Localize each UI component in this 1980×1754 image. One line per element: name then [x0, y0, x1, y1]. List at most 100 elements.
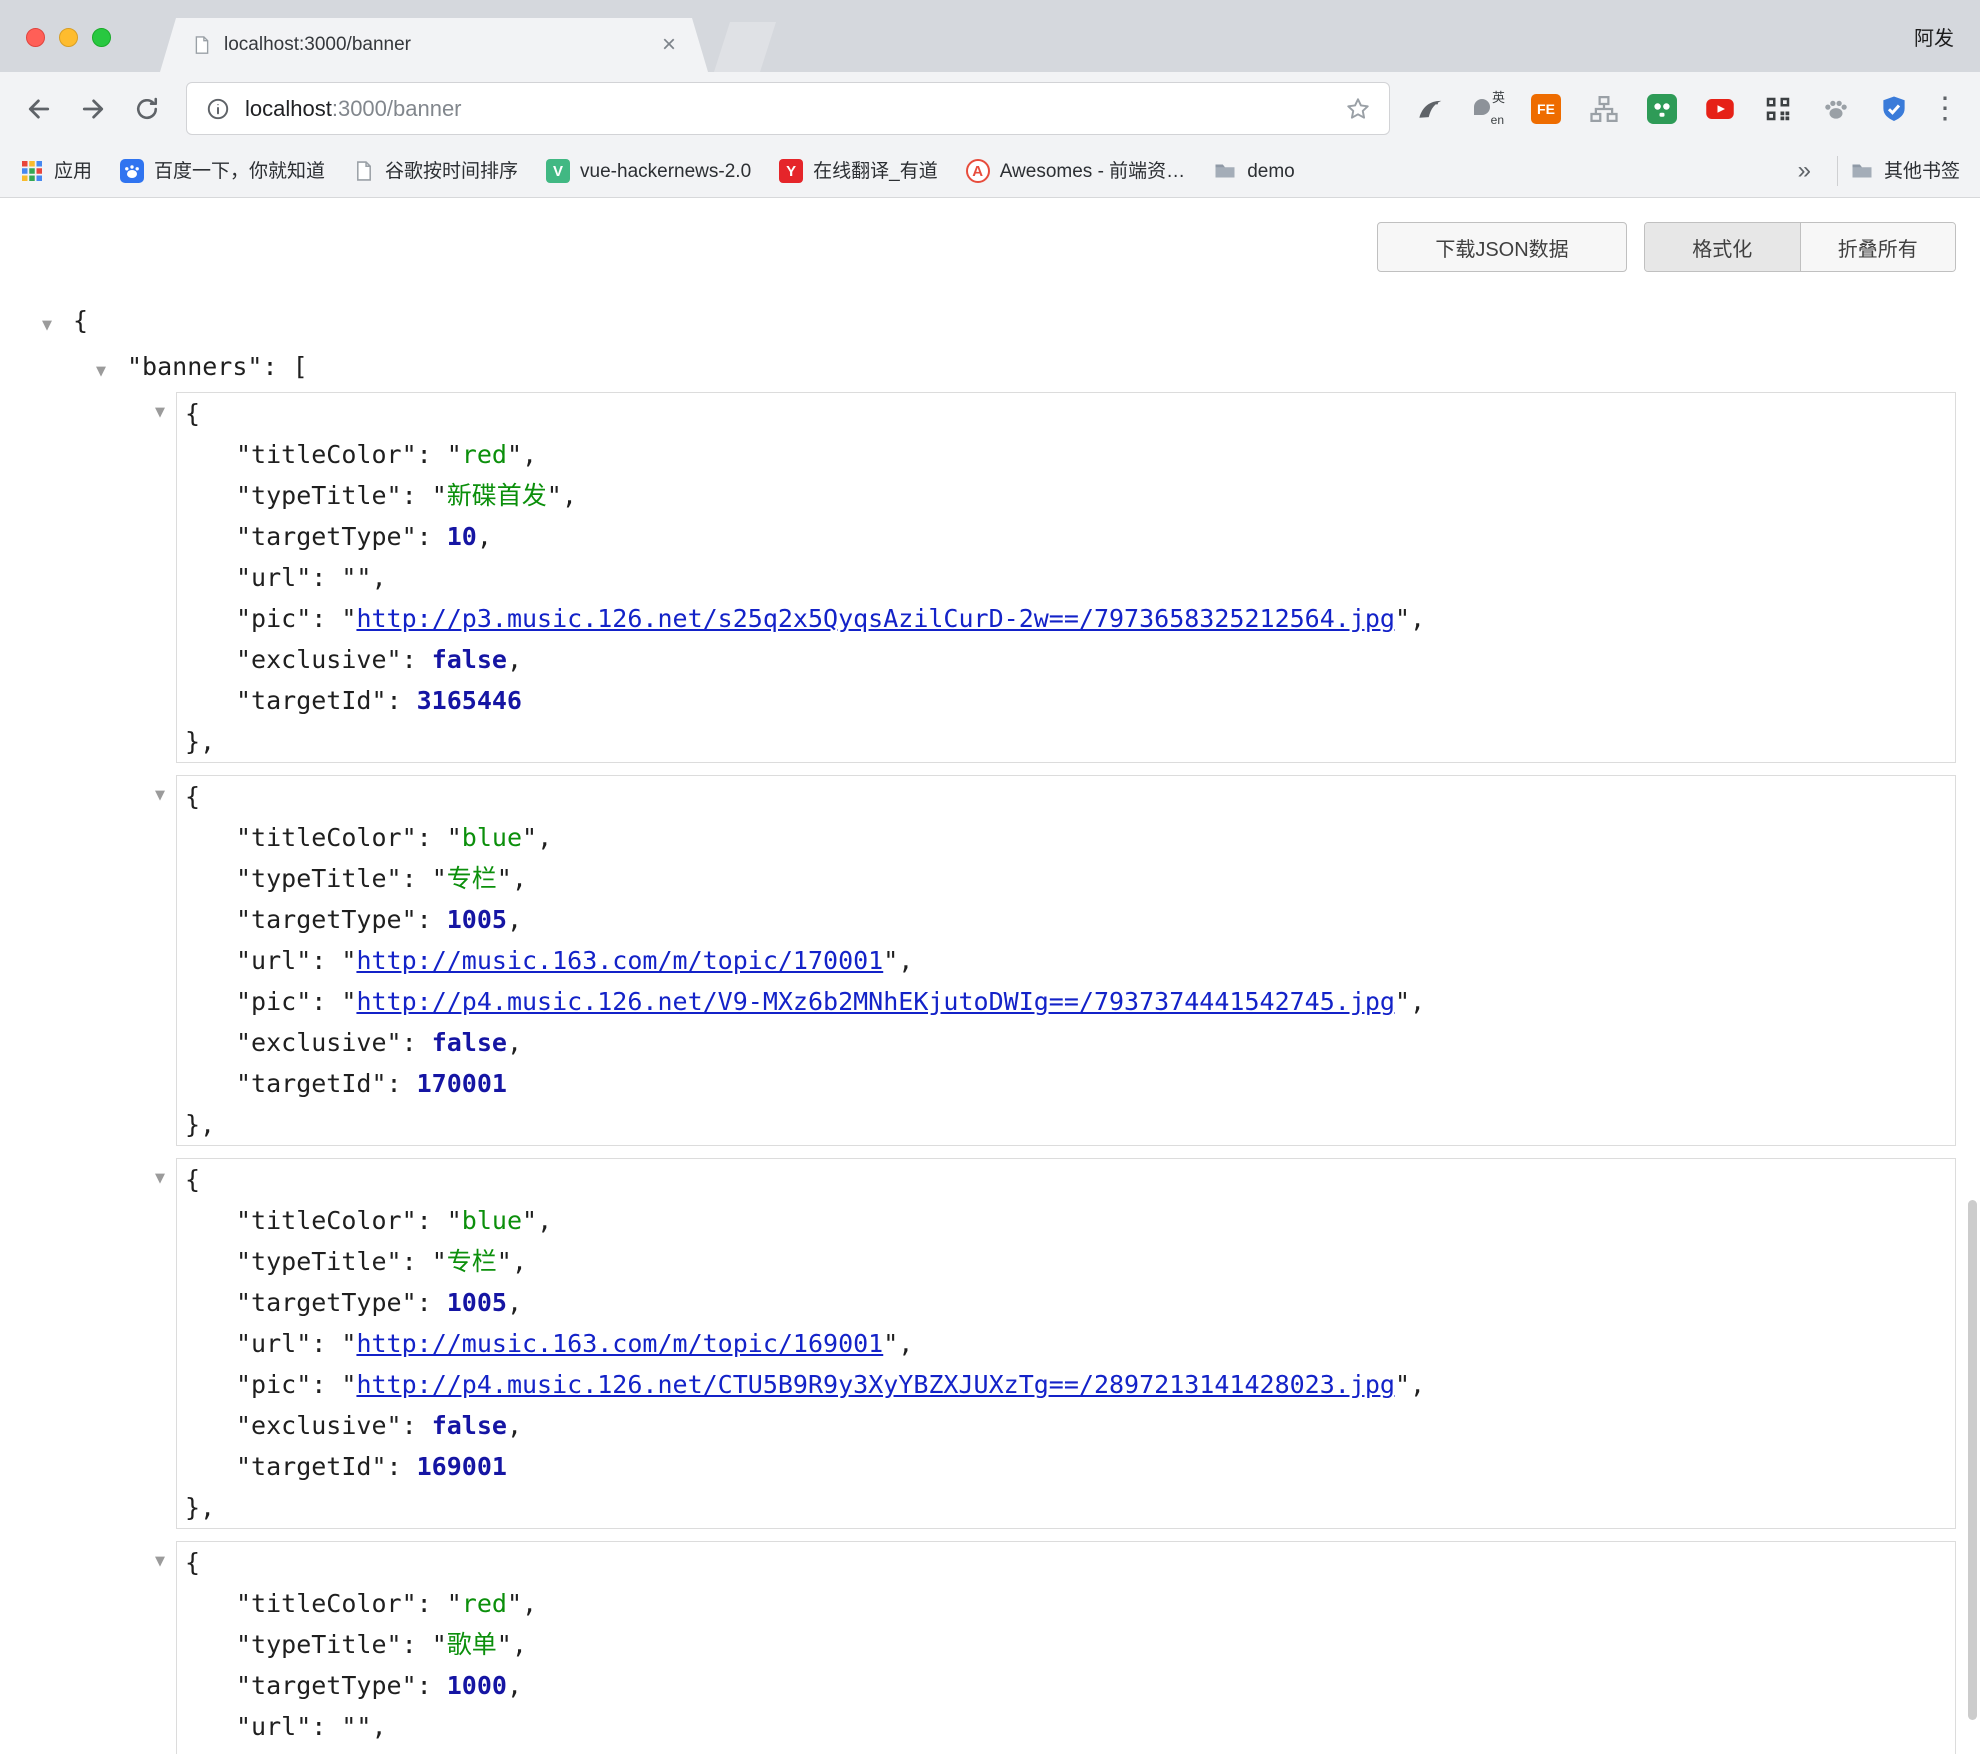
- profile-name[interactable]: 阿发: [1914, 22, 1954, 51]
- json-number-value: 169001: [417, 1452, 507, 1481]
- json-text: ": [447, 440, 462, 469]
- json-key: "typeTitle": [236, 1630, 402, 1659]
- qr-code-icon[interactable]: [1760, 91, 1796, 127]
- paw-icon[interactable]: [1818, 91, 1854, 127]
- youtube-icon[interactable]: [1702, 91, 1738, 127]
- json-text: ": [432, 1630, 447, 1659]
- json-text: ,: [507, 1028, 522, 1057]
- json-text: :: [402, 1247, 432, 1276]
- json-line: {: [177, 393, 1955, 434]
- json-line: {: [177, 1159, 1955, 1200]
- bookmark-label: 其他书签: [1884, 162, 1960, 181]
- bookmark-item[interactable]: A Awesomes - 前端资…: [966, 159, 1185, 183]
- collapse-toggle-icon[interactable]: ▼: [96, 351, 112, 392]
- json-key: "targetType": [236, 522, 417, 551]
- json-array-item: ▼{"titleColor": "blue","typeTitle": "专栏"…: [0, 1158, 1980, 1529]
- bookmark-item[interactable]: 百度一下，你就知道: [120, 159, 325, 183]
- download-json-button[interactable]: 下载JSON数据: [1377, 222, 1627, 272]
- json-line: "exclusive": false,: [177, 639, 1955, 680]
- collapse-toggle-icon[interactable]: ▼: [155, 1158, 176, 1199]
- bookmark-item[interactable]: demo: [1213, 159, 1295, 183]
- json-key: "url": [236, 946, 311, 975]
- page-scrollbar[interactable]: [1968, 1200, 1977, 1720]
- youdao-icon: Y: [779, 159, 803, 183]
- new-tab-button[interactable]: [714, 22, 776, 72]
- bookmark-label: Awesomes - 前端资…: [1000, 162, 1185, 181]
- json-text: ,: [477, 522, 492, 551]
- bookmark-item[interactable]: 谷歌按时间排序: [353, 160, 518, 182]
- json-number-value: 10: [447, 522, 477, 551]
- json-string-value: blue: [462, 823, 522, 852]
- translate-icon-text: en: [1491, 114, 1504, 126]
- json-line: "url": "http://music.163.com/m/topic/170…: [177, 940, 1955, 981]
- json-text: ,: [507, 1411, 522, 1440]
- address-bar[interactable]: localhost:3000/banner: [186, 82, 1390, 135]
- back-button[interactable]: [12, 82, 66, 136]
- zoom-window-button[interactable]: [92, 28, 111, 47]
- json-text: :: [417, 1671, 447, 1700]
- collapse-toggle-icon[interactable]: ▼: [42, 305, 58, 346]
- tab-close-icon[interactable]: ×: [662, 33, 676, 57]
- json-text: },: [185, 1110, 215, 1139]
- translate-icon[interactable]: 英en: [1470, 91, 1506, 127]
- bookmark-item[interactable]: 应用: [20, 159, 92, 183]
- json-text: ,: [507, 905, 522, 934]
- json-url-link[interactable]: http://music.163.com/m/topic/170001: [356, 946, 883, 975]
- collapse-all-button[interactable]: 折叠所有: [1800, 223, 1956, 271]
- blue-shield-icon[interactable]: [1876, 91, 1912, 127]
- collapse-toggle-icon[interactable]: ▼: [155, 1541, 176, 1582]
- json-key: "targetType": [236, 905, 417, 934]
- collapse-toggle-icon[interactable]: ▼: [155, 392, 176, 433]
- bookmarks-overflow-chevron[interactable]: »: [1784, 157, 1825, 185]
- json-string-value: red: [462, 440, 507, 469]
- json-key: "titleColor": [236, 1206, 417, 1235]
- json-url-link[interactable]: http://p3.music.126.net/s25q2x5QyqsAzilC…: [356, 604, 1395, 633]
- fe-icon: FE: [1531, 94, 1561, 124]
- json-line: "targetType": 10,: [177, 516, 1955, 557]
- minimize-window-button[interactable]: [59, 28, 78, 47]
- forward-button[interactable]: [66, 82, 120, 136]
- json-url-link[interactable]: http://music.163.com/m/topic/169001: [356, 1329, 883, 1358]
- json-key: "titleColor": [236, 823, 417, 852]
- close-window-button[interactable]: [26, 28, 45, 47]
- bookmark-label: demo: [1247, 162, 1295, 181]
- collapse-toggle-icon[interactable]: ▼: [155, 775, 176, 816]
- json-text: ": [522, 1206, 537, 1235]
- json-number-value: 1005: [447, 905, 507, 934]
- json-text: ": [341, 946, 356, 975]
- green-shield-icon[interactable]: [1644, 91, 1680, 127]
- json-url-link[interactable]: http://p4.music.126.net/V9-MXz6b2MNhEKju…: [356, 987, 1395, 1016]
- other-bookmarks[interactable]: 其他书签: [1850, 159, 1960, 183]
- json-text: ": [547, 481, 562, 510]
- json-line: "typeTitle": "专栏",: [177, 1241, 1955, 1282]
- awesomes-icon: A: [966, 159, 990, 183]
- browser-menu-icon[interactable]: ⋮: [1922, 82, 1968, 136]
- browser-tab[interactable]: localhost:3000/banner ×: [160, 18, 708, 72]
- json-number-value: 1000: [447, 1671, 507, 1700]
- bookmark-star-icon[interactable]: [1345, 96, 1371, 122]
- org-chart-icon[interactable]: [1586, 91, 1622, 127]
- json-array-item: ▼{"titleColor": "blue","typeTitle": "专栏"…: [0, 775, 1980, 1146]
- json-text: ": [447, 823, 462, 852]
- json-key: "pic": [236, 1370, 311, 1399]
- json-text: ": [883, 1329, 898, 1358]
- page-info-icon[interactable]: [205, 96, 231, 122]
- bird-icon[interactable]: [1412, 91, 1448, 127]
- format-button[interactable]: 格式化: [1645, 223, 1800, 271]
- json-key: "exclusive": [236, 1411, 402, 1440]
- json-key: "exclusive": [236, 645, 402, 674]
- json-text: ,: [371, 563, 386, 592]
- json-line: "targetType": 1000,: [177, 1665, 1955, 1706]
- view-mode-group: 格式化 折叠所有: [1644, 222, 1956, 272]
- json-text: :: [417, 1589, 447, 1618]
- url-host: localhost: [245, 96, 332, 121]
- json-url-link[interactable]: http://p4.music.126.net/CTU5B9R9y3XyYBZX…: [356, 1370, 1395, 1399]
- bookmark-item[interactable]: Vvue-hackernews-2.0: [546, 159, 751, 183]
- bookmark-item[interactable]: Y在线翻译_有道: [779, 159, 938, 183]
- reload-button[interactable]: [120, 82, 174, 136]
- json-text: ,: [537, 1206, 552, 1235]
- fe-icon[interactable]: FE: [1528, 91, 1564, 127]
- json-viewer: ▼{▼"banners": [▼{"titleColor": "red","ty…: [0, 286, 1980, 1754]
- json-text: ": [432, 481, 447, 510]
- json-line: "titleColor": "blue",: [177, 817, 1955, 858]
